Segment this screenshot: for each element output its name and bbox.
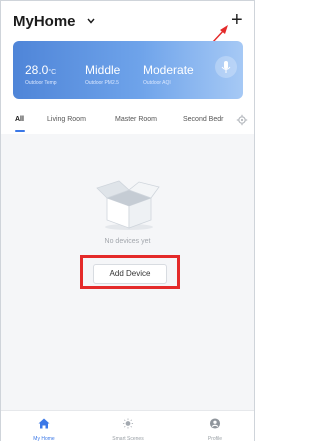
pm25-reading: Middle Outdoor PM2.5 — [85, 61, 120, 86]
voice-button[interactable] — [215, 56, 237, 78]
gear-icon[interactable] — [236, 114, 248, 126]
nav-my-home[interactable]: My Home — [14, 416, 74, 442]
pm25-value: Middle — [85, 63, 121, 77]
tab-master-room[interactable]: Master Room — [115, 116, 157, 123]
nav-my-home-label: My Home — [33, 436, 55, 442]
bottom-nav: My Home Smart Scenes Profile — [1, 410, 254, 442]
aqi-value: Moderate — [143, 63, 194, 77]
tab-all[interactable]: All — [15, 116, 24, 123]
device-list-area: No devices yet Add Device — [1, 134, 254, 410]
tab-living-room[interactable]: Living Room — [47, 116, 86, 123]
temperature-unit: °C — [48, 69, 57, 76]
temperature-reading: 28.0°C Outdoor Temp — [25, 61, 57, 86]
tab-second-bedroom[interactable]: Second Bedr — [183, 116, 223, 123]
weather-card: 28.0°C Outdoor Temp Middle Outdoor PM2.5… — [13, 41, 243, 99]
empty-state-message: No devices yet — [104, 238, 151, 245]
empty-box-icon — [96, 180, 160, 230]
nav-smart-scenes[interactable]: Smart Scenes — [98, 416, 158, 442]
nav-profile-label: Profile — [207, 436, 223, 442]
room-tabs: All Living Room Master Room Second Bedr — [1, 111, 254, 133]
temperature-value: 28.0 — [25, 63, 49, 77]
microphone-icon — [221, 61, 231, 73]
profile-icon — [209, 418, 221, 429]
sun-icon — [122, 418, 134, 429]
home-icon — [38, 418, 50, 429]
aqi-reading: Moderate Outdoor AQI — [143, 61, 194, 86]
home-title[interactable]: MyHome — [13, 13, 76, 30]
aqi-label: Outdoor AQI — [143, 80, 171, 86]
nav-profile[interactable]: Profile — [185, 416, 245, 442]
pm25-label: Outdoor PM2.5 — [85, 80, 119, 86]
active-tab-indicator — [15, 130, 25, 132]
nav-smart-scenes-label: Smart Scenes — [112, 436, 144, 442]
temperature-label: Outdoor Temp — [25, 80, 57, 86]
add-device-button[interactable]: Add Device — [93, 264, 167, 284]
chevron-down-icon[interactable] — [87, 16, 95, 27]
add-button[interactable]: + — [231, 10, 243, 30]
